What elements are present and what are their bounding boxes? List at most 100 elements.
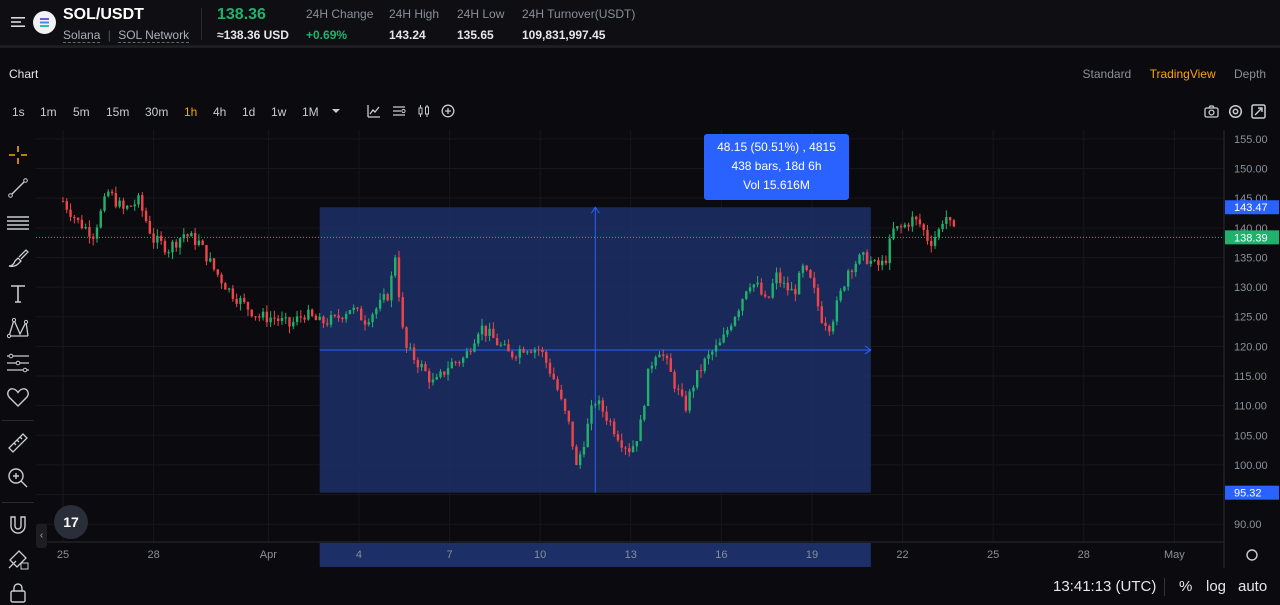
chart-section-title: Chart: [9, 67, 39, 81]
chevron-down-icon[interactable]: [329, 104, 343, 118]
ruler-icon[interactable]: [6, 431, 30, 455]
candle-body: [692, 387, 695, 392]
collapse-toolbar-button[interactable]: ‹: [36, 524, 47, 548]
text-icon[interactable]: [6, 281, 30, 305]
footer-divider: [1164, 578, 1165, 596]
projection-icon[interactable]: [6, 351, 30, 375]
price-tick-label: 135.00: [1234, 252, 1268, 264]
price-tick-label: 90.00: [1234, 519, 1262, 531]
candles-icon[interactable]: [417, 104, 431, 118]
horizontal-lines-icon[interactable]: [6, 211, 30, 235]
time-tick-label: 19: [806, 549, 818, 561]
candle-body: [163, 240, 167, 253]
indicator-icon[interactable]: [367, 104, 381, 118]
candle-body: [80, 219, 84, 229]
time-tick-label: 10: [534, 549, 546, 561]
candle-body: [261, 311, 265, 318]
timeframe-1M[interactable]: 1M: [302, 105, 319, 119]
candle-body: [133, 204, 136, 207]
network-name[interactable]: SOL Network: [118, 28, 190, 43]
stat-24h-change: 24H Change +0.69%: [306, 7, 373, 42]
candle-body: [488, 328, 491, 336]
chart-type-icon[interactable]: [392, 104, 406, 118]
candle-body: [310, 309, 314, 316]
candle-body: [503, 344, 506, 346]
candle-body: [246, 302, 250, 310]
solana-logo: [33, 11, 56, 34]
candle-body: [276, 318, 280, 321]
auto-scale-toggle[interactable]: auto: [1238, 578, 1267, 595]
crosshair-icon[interactable]: [6, 143, 30, 167]
stat-24h-low: 24H Low 135.65: [457, 7, 504, 42]
candle-body: [299, 316, 303, 318]
candle-body: [65, 201, 68, 210]
candle-body: [888, 238, 891, 264]
candle-body: [205, 244, 208, 262]
price-chart[interactable]: 155.00 150.00 145.00 140.00 135.00 130.00 125.…: [36, 130, 1280, 568]
candle-body: [643, 406, 646, 420]
add-icon[interactable]: [441, 104, 455, 118]
candle-body: [469, 351, 472, 353]
measure-volume: Vol 15.616M: [743, 178, 810, 192]
candle-body: [439, 371, 442, 378]
candle-body: [480, 325, 484, 335]
candle-body: [605, 411, 608, 421]
timeframe-15m[interactable]: 15m: [106, 105, 129, 119]
favorites-heart-icon[interactable]: [6, 385, 30, 409]
chart-canvas[interactable]: 155.00150.00145.00140.00135.00130.00125.…: [36, 130, 1280, 568]
view-standard[interactable]: Standard: [1083, 67, 1132, 81]
timeframe-5m[interactable]: 5m: [73, 105, 90, 119]
candle-body: [224, 283, 227, 290]
timeframe-30m[interactable]: 30m: [145, 105, 168, 119]
price-tick-label: 130.00: [1234, 282, 1268, 294]
candle-body: [507, 344, 510, 352]
log-scale-toggle[interactable]: log: [1206, 578, 1226, 595]
settings-icon[interactable]: [1228, 104, 1243, 119]
lock-icon[interactable]: [6, 581, 30, 605]
candle-body: [88, 227, 91, 237]
candle-body: [775, 272, 778, 284]
timeframe-1s[interactable]: 1s: [12, 105, 25, 119]
candle-body: [118, 200, 121, 207]
time-tick-label: 7: [446, 549, 452, 561]
candle-body: [718, 342, 722, 346]
fullscreen-icon[interactable]: [1251, 104, 1266, 119]
header-divider: [201, 8, 202, 40]
candle-body: [522, 349, 525, 353]
percent-scale-toggle[interactable]: %: [1179, 578, 1192, 595]
candle-body: [401, 297, 404, 328]
last-price: 138.36: [217, 6, 266, 23]
zoom-in-icon[interactable]: [6, 466, 30, 490]
candle-body: [329, 315, 333, 325]
pair-symbol[interactable]: SOL/USDT: [63, 6, 144, 24]
camera-icon[interactable]: [1204, 104, 1219, 119]
utc-clock[interactable]: 13:41:13 (UTC): [1053, 578, 1156, 595]
brush-icon[interactable]: [6, 246, 30, 270]
view-tradingview[interactable]: TradingView: [1150, 67, 1216, 81]
view-depth[interactable]: Depth: [1234, 67, 1266, 81]
candle-body: [843, 286, 846, 291]
candle-body: [254, 316, 257, 318]
trend-line-icon[interactable]: [6, 176, 30, 200]
menu-icon[interactable]: [10, 14, 26, 30]
candle-body: [231, 288, 235, 299]
timeframe-1h[interactable]: 1h: [184, 105, 197, 119]
timeframe-1m[interactable]: 1m: [40, 105, 57, 119]
price-axis-tag-label: 95.32: [1234, 488, 1262, 500]
timeframe-1w[interactable]: 1w: [271, 105, 286, 119]
timeframe-4h[interactable]: 4h: [213, 105, 226, 119]
candle-body: [186, 234, 189, 237]
magnet-icon[interactable]: [6, 513, 30, 537]
tradingview-logo[interactable]: 17: [54, 505, 88, 539]
candle-body: [933, 236, 937, 246]
lock-drawing-icon[interactable]: [6, 547, 30, 571]
candle-body: [865, 252, 869, 264]
pattern-icon[interactable]: [6, 316, 30, 340]
asset-name[interactable]: Solana: [63, 28, 101, 43]
tools-divider: [2, 502, 34, 503]
timeframe-1d[interactable]: 1d: [242, 105, 255, 119]
candle-body: [767, 296, 771, 298]
candle-body: [144, 210, 148, 222]
name-separator: |: [107, 28, 111, 42]
candle-body: [699, 370, 703, 372]
